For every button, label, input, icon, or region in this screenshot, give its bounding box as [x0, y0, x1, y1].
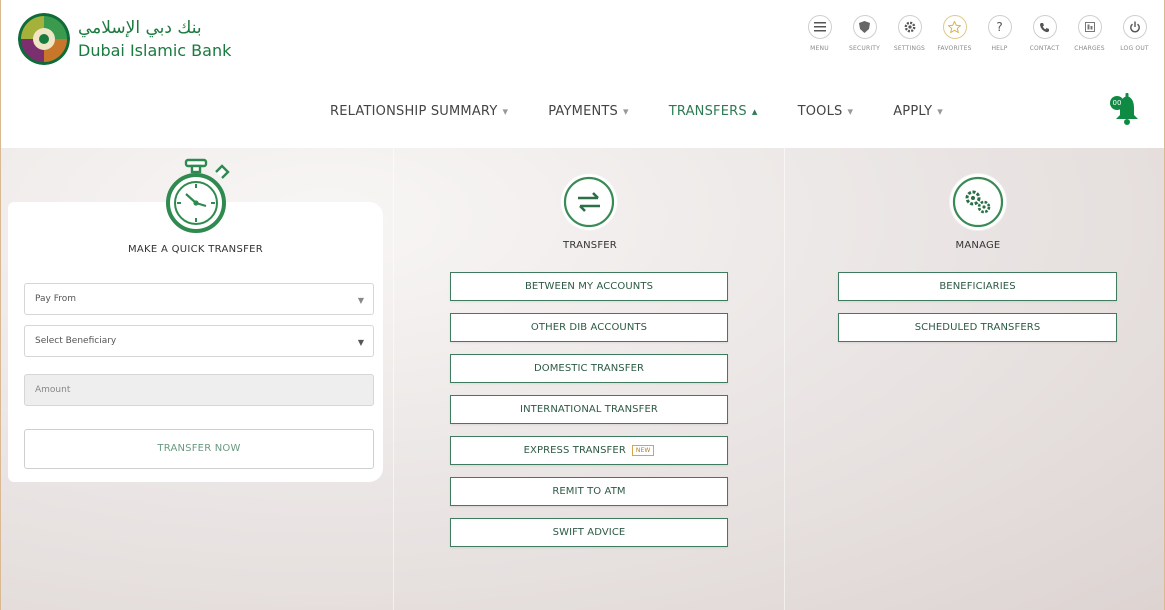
main-navigation: RELATIONSHIP SUMMARY ▾ PAYMENTS ▾ TRANSFER…: [0, 86, 1165, 148]
other-dib-accounts-button[interactable]: OTHER DIB ACCOUNTS: [450, 313, 728, 342]
between-my-accounts-button[interactable]: BETWEEN MY ACCOUNTS: [450, 272, 728, 301]
chevron-down-icon: ▾: [847, 105, 854, 118]
new-badge: NEW: [631, 444, 655, 456]
header-bar: بنك دبي الإسلامي Dubai Islamic Bank MENU…: [0, 0, 1165, 87]
toolbar-charges[interactable]: CHARGES: [1067, 15, 1112, 52]
quick-transfer-card: MAKE A QUICK TRANSFER Pay From ▼ Select …: [8, 202, 383, 482]
chevron-down-icon: ▾: [623, 105, 629, 118]
charges-icon: [1077, 15, 1102, 39]
shield-icon: [852, 15, 877, 39]
chevron-down-icon: ▾: [502, 105, 509, 118]
toolbar-contact[interactable]: CONTACT: [1022, 15, 1067, 52]
star-icon: [942, 15, 967, 39]
manage-section-title: MANAGE: [955, 240, 1001, 251]
nav-apply-label: APPLY: [893, 104, 933, 119]
toolbar-menu-label: MENU: [810, 45, 829, 52]
help-icon: ?: [987, 15, 1012, 39]
logo-emblem-icon: [18, 13, 70, 65]
brand-english-name: Dubai Islamic Bank: [78, 40, 232, 60]
utility-toolbar: MENU SECURITY SETTINGS FAVORITES ? HELP: [797, 15, 1157, 52]
international-transfer-button[interactable]: INTERNATIONAL TRANSFER: [450, 395, 728, 424]
toolbar-settings[interactable]: SETTINGS: [887, 15, 932, 52]
power-icon: [1122, 15, 1147, 39]
nav-relationship-summary[interactable]: RELATIONSHIP SUMMARY ▾: [330, 104, 508, 119]
notifications-button[interactable]: 00: [1110, 92, 1140, 126]
pay-from-select[interactable]: Pay From ▼: [24, 283, 374, 315]
phone-icon: [1032, 15, 1057, 39]
toolbar-help[interactable]: ? HELP: [977, 15, 1022, 52]
beneficiary-select[interactable]: Select Beneficiary ▼: [24, 325, 374, 357]
stopwatch-icon: [162, 158, 234, 242]
transfer-section-title: TRANSFER: [563, 240, 617, 251]
amount-input[interactable]: Amount: [24, 374, 374, 406]
toolbar-logout[interactable]: LOG OUT: [1112, 15, 1157, 52]
nav-tools-label: TOOLS: [797, 104, 843, 119]
domestic-transfer-button[interactable]: DOMESTIC TRANSFER: [450, 354, 728, 383]
toolbar-security[interactable]: SECURITY: [842, 15, 887, 52]
beneficiary-value: Select Beneficiary: [35, 336, 117, 346]
toolbar-settings-label: SETTINGS: [893, 45, 926, 52]
manage-gears-icon: [950, 174, 1006, 230]
nav-payments-label: PAYMENTS: [548, 104, 618, 119]
toolbar-security-label: SECURITY: [848, 45, 881, 52]
dropdown-arrow-icon: ▼: [357, 338, 364, 347]
express-transfer-button[interactable]: EXPRESS TRANSFER NEW: [450, 436, 728, 465]
transfer-arrows-icon: [561, 174, 617, 230]
amount-placeholder: Amount: [35, 385, 71, 395]
remit-to-atm-button[interactable]: REMIT TO ATM: [450, 477, 728, 506]
transfers-page: MAKE A QUICK TRANSFER Pay From ▼ Select …: [0, 148, 1165, 610]
transfer-now-button[interactable]: TRANSFER NOW: [24, 429, 374, 469]
nav-transfers[interactable]: TRANSFERS ▴: [669, 104, 758, 119]
chevron-down-icon: ▾: [937, 105, 943, 118]
chevron-up-icon: ▴: [751, 105, 758, 118]
nav-relationship-summary-label: RELATIONSHIP SUMMARY: [330, 104, 498, 119]
scheduled-transfers-button[interactable]: SCHEDULED TRANSFERS: [838, 313, 1117, 342]
nav-transfers-label: TRANSFERS: [668, 104, 747, 119]
menu-icon: [807, 15, 832, 39]
swift-advice-button[interactable]: SWIFT ADVICE: [450, 518, 728, 547]
gear-icon: [897, 15, 922, 39]
nav-payments[interactable]: PAYMENTS ▾: [548, 104, 629, 119]
toolbar-favorites[interactable]: FAVORITES: [932, 15, 977, 52]
toolbar-contact-label: CONTACT: [1029, 45, 1060, 52]
column-divider: [784, 148, 785, 610]
column-divider: [393, 148, 394, 610]
dropdown-arrow-icon: ▼: [357, 296, 364, 305]
toolbar-favorites-label: FAVORITES: [937, 45, 972, 52]
nav-tools[interactable]: TOOLS ▾: [798, 104, 854, 119]
bank-logo[interactable]: بنك دبي الإسلامي Dubai Islamic Bank: [18, 13, 231, 65]
toolbar-help-label: HELP: [991, 45, 1008, 52]
toolbar-logout-label: LOG OUT: [1120, 45, 1149, 52]
brand-arabic-name: بنك دبي الإسلامي: [78, 17, 202, 38]
toolbar-menu[interactable]: MENU: [797, 15, 842, 52]
pay-from-value: Pay From: [35, 294, 77, 304]
nav-apply[interactable]: APPLY ▾: [893, 104, 943, 119]
express-transfer-label: EXPRESS TRANSFER: [523, 445, 626, 456]
quick-transfer-title: MAKE A QUICK TRANSFER: [127, 244, 264, 255]
notification-count-badge: 00: [1110, 96, 1124, 110]
beneficiaries-button[interactable]: BENEFICIARIES: [838, 272, 1117, 301]
toolbar-charges-label: CHARGES: [1074, 45, 1105, 52]
